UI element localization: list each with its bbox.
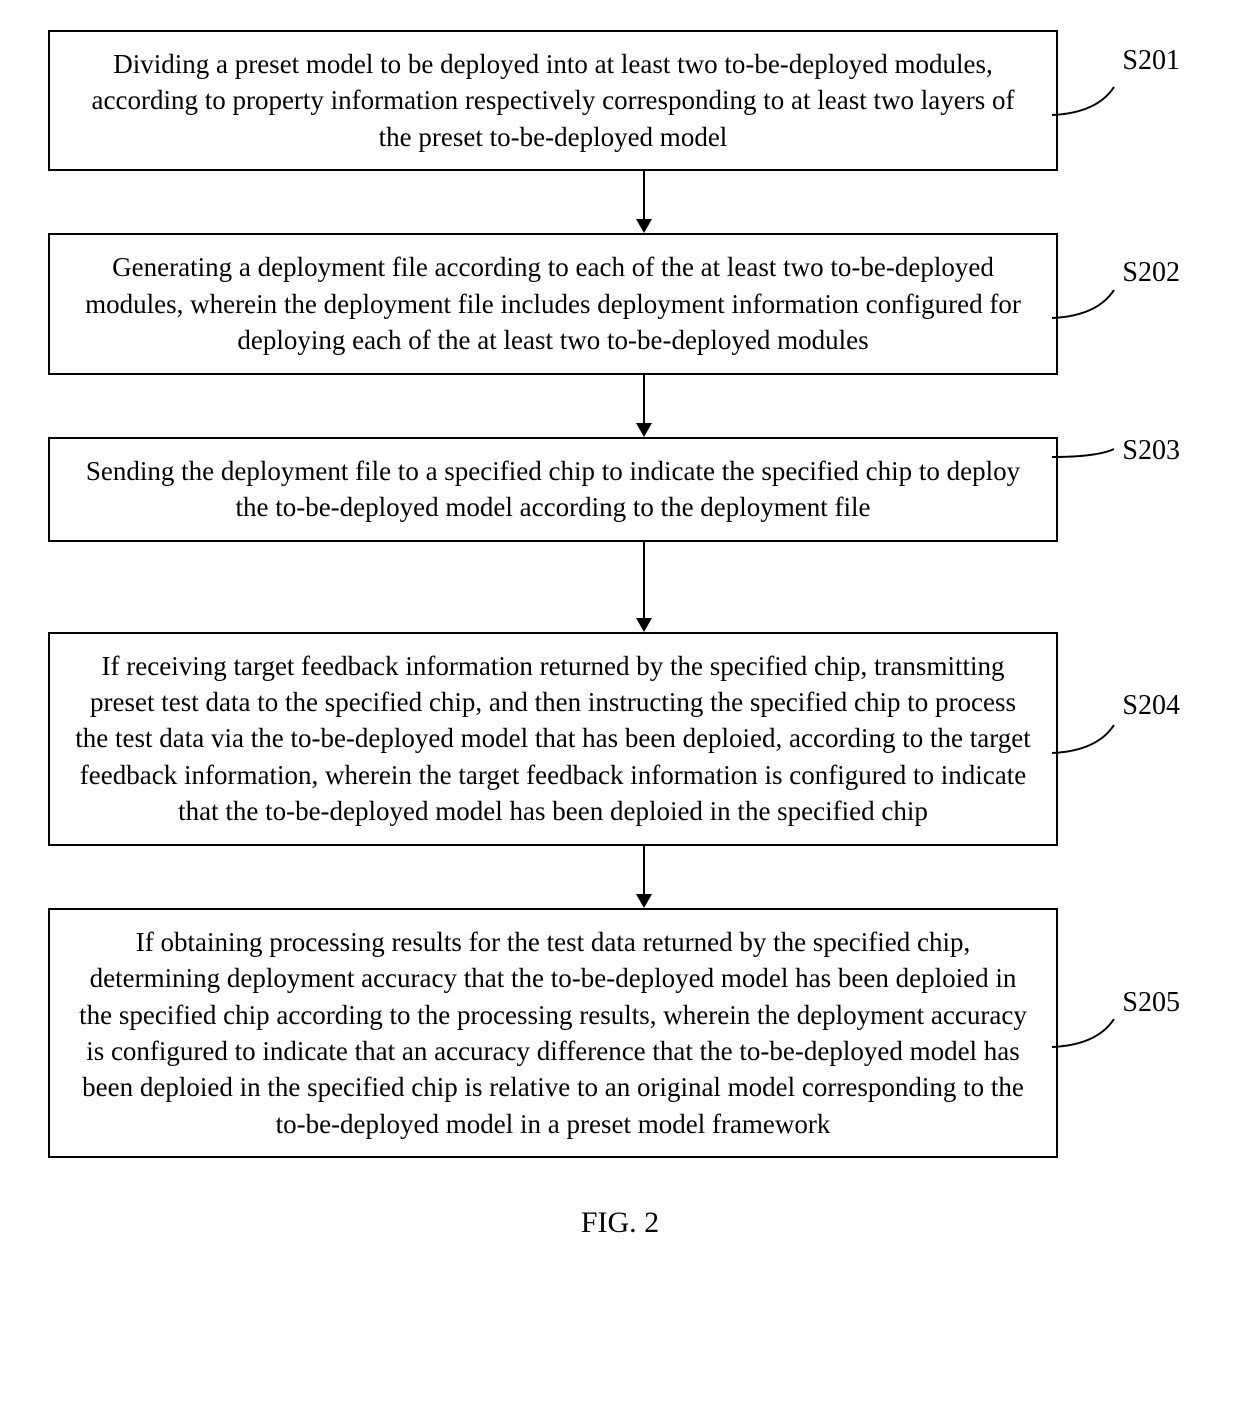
- step-box-s204: If receiving target feedback information…: [48, 632, 1058, 846]
- arrow-4: [139, 846, 1149, 908]
- arrow-line: [643, 542, 645, 618]
- step-row-5: If obtaining processing results for the …: [0, 908, 1240, 1159]
- step-box-s201: Dividing a preset model to be deployed i…: [48, 30, 1058, 171]
- step-row-1: Dividing a preset model to be deployed i…: [0, 30, 1240, 171]
- step-label-s202: S202: [1122, 257, 1180, 289]
- figure-caption: FIG. 2: [0, 1206, 1240, 1240]
- step-text: If obtaining processing results for the …: [79, 927, 1027, 1139]
- arrow-head-icon: [636, 894, 652, 908]
- flowchart-container: Dividing a preset model to be deployed i…: [0, 30, 1240, 1240]
- arrow-3: [139, 542, 1149, 632]
- arrow-line: [643, 846, 645, 894]
- arrow-head-icon: [636, 618, 652, 632]
- step-box-s203: Sending the deployment file to a specifi…: [48, 437, 1058, 542]
- step-label-s203: S203: [1122, 435, 1180, 467]
- step-label-s201: S201: [1122, 45, 1180, 77]
- step-label-s205: S205: [1122, 987, 1180, 1019]
- arrow-2: [139, 375, 1149, 437]
- step-row-3: Sending the deployment file to a specifi…: [0, 437, 1240, 542]
- leader-s202: [1052, 284, 1122, 324]
- leader-s203: [1052, 445, 1122, 477]
- leader-s201: [1052, 81, 1122, 121]
- step-text: Dividing a preset model to be deployed i…: [92, 49, 1015, 152]
- arrow-head-icon: [636, 423, 652, 437]
- step-text: If receiving target feedback information…: [75, 651, 1030, 827]
- arrow-line: [643, 375, 645, 423]
- arrow-line: [643, 171, 645, 219]
- arrow-1: [139, 171, 1149, 233]
- step-text: Sending the deployment file to a specifi…: [86, 456, 1020, 522]
- step-box-s205: If obtaining processing results for the …: [48, 908, 1058, 1159]
- step-row-2: Generating a deployment file according t…: [0, 233, 1240, 374]
- step-text: Generating a deployment file according t…: [85, 252, 1021, 355]
- leader-s204: [1052, 719, 1122, 759]
- step-label-s204: S204: [1122, 690, 1180, 722]
- arrow-head-icon: [636, 219, 652, 233]
- step-row-4: If receiving target feedback information…: [0, 632, 1240, 846]
- leader-s205: [1052, 1013, 1122, 1053]
- step-box-s202: Generating a deployment file according t…: [48, 233, 1058, 374]
